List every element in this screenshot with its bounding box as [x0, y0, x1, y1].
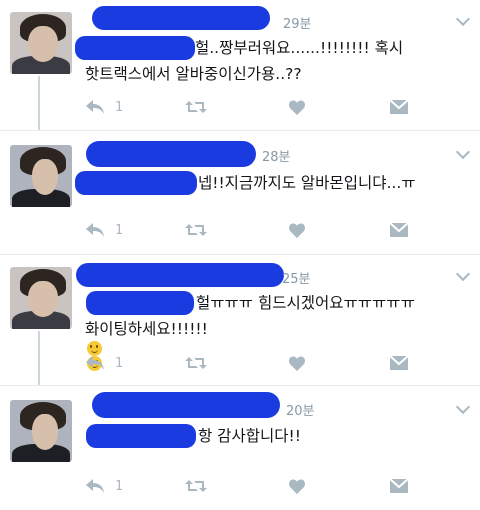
tweet-text-line: 헐ㅠㅠㅠ 힘드시겠어요ㅠㅠㅠㅠㅠ	[196, 294, 415, 312]
reply-button[interactable]: 1	[85, 97, 123, 117]
tweet-actions: 1	[85, 353, 415, 373]
reply-count: 1	[115, 99, 124, 115]
tweet-text: 핫트랙스에서 알바중이신가용..??	[85, 62, 302, 86]
message-button[interactable]	[390, 353, 408, 373]
like-icon	[289, 355, 305, 371]
like-button[interactable]	[289, 220, 305, 240]
message-icon	[390, 223, 408, 237]
tweet[interactable]: 28분 넵!!지금까지도 알바몬입니댜...ㅠ 1	[0, 131, 480, 254]
avatar[interactable]	[10, 145, 72, 207]
chevron-down-icon[interactable]	[455, 399, 471, 415]
retweet-button[interactable]	[185, 97, 207, 117]
like-button[interactable]	[289, 97, 305, 117]
tweet[interactable]: 25분 헐ㅠㅠㅠ 힘드시겠어요ㅠㅠㅠㅠㅠ 화이팅하세요!!!!!! 1	[0, 255, 480, 385]
thread-line	[38, 76, 40, 130]
tweet-time[interactable]: 29분	[283, 13, 312, 32]
tweet-actions: 1	[85, 476, 415, 496]
tweet[interactable]: 29분 헐..짱부러워요......!!!!!!!! 혹시 핫트랙스에서 알바중…	[0, 0, 480, 130]
retweet-button[interactable]	[185, 220, 207, 240]
avatar[interactable]	[10, 267, 72, 329]
redacted-username	[92, 6, 270, 30]
message-button[interactable]	[390, 97, 408, 117]
tweet-text: 헐ㅠㅠㅠ 힘드시겠어요ㅠㅠㅠㅠㅠ	[196, 291, 415, 315]
tweet-text-line: 헐..짱부러워요......!!!!!!!! 혹시	[195, 39, 404, 57]
redacted-mention	[86, 424, 196, 448]
thread-line	[38, 331, 40, 385]
message-icon	[390, 356, 408, 370]
like-icon	[289, 222, 305, 238]
reply-icon	[86, 100, 104, 114]
like-icon	[289, 99, 305, 115]
reply-button[interactable]: 1	[85, 476, 123, 496]
redacted-mention	[75, 36, 195, 60]
retweet-icon	[185, 224, 207, 236]
reply-icon	[86, 223, 104, 237]
message-button[interactable]	[390, 476, 408, 496]
tweet-time[interactable]: 20분	[286, 400, 315, 419]
avatar[interactable]	[10, 12, 72, 74]
redacted-username	[92, 392, 280, 418]
reply-icon	[86, 356, 104, 370]
tweet-text: 넵!!지금까지도 알바몬입니댜...ㅠ	[198, 171, 416, 195]
reply-icon	[86, 479, 104, 493]
message-button[interactable]	[390, 220, 408, 240]
tweet[interactable]: 20분 항 감사합니다!! 1	[0, 386, 480, 510]
like-button[interactable]	[289, 476, 305, 496]
retweet-button[interactable]	[185, 353, 207, 373]
avatar[interactable]	[10, 400, 72, 462]
chevron-down-icon[interactable]	[455, 266, 471, 282]
tweet-actions: 1	[85, 220, 415, 240]
chevron-down-icon[interactable]	[455, 144, 471, 160]
like-icon	[289, 478, 305, 494]
retweet-button[interactable]	[185, 476, 207, 496]
tweet-text-fragment: 화이팅하세요!!!!!!	[85, 320, 208, 338]
reply-count: 1	[115, 222, 124, 238]
tweet-time[interactable]: 28분	[262, 146, 291, 165]
tweet-text-line: 넵!!지금까지도 알바몬입니댜...ㅠ	[198, 174, 416, 192]
reply-count: 1	[115, 355, 124, 371]
reply-button[interactable]: 1	[85, 353, 123, 373]
retweet-icon	[185, 101, 207, 113]
reply-button[interactable]: 1	[85, 220, 123, 240]
redacted-mention	[75, 171, 197, 195]
reply-count: 1	[115, 478, 124, 494]
tweet-actions: 1	[85, 97, 415, 117]
redacted-mention	[86, 291, 194, 315]
tweet-text-line: 항 감사합니다!!	[198, 427, 301, 445]
tweet-text: 헐..짱부러워요......!!!!!!!! 혹시	[195, 36, 403, 60]
retweet-icon	[185, 357, 207, 369]
redacted-username	[86, 141, 256, 167]
message-icon	[390, 479, 408, 493]
like-button[interactable]	[289, 353, 305, 373]
tweet-time[interactable]: 25분	[282, 268, 311, 287]
tweet-text-line: 핫트랙스에서 알바중이신가용..??	[85, 65, 302, 83]
redacted-username	[76, 263, 284, 287]
tweet-text: 항 감사합니다!!	[198, 424, 301, 448]
chevron-down-icon[interactable]	[455, 11, 471, 27]
message-icon	[390, 100, 408, 114]
retweet-icon	[185, 480, 207, 492]
